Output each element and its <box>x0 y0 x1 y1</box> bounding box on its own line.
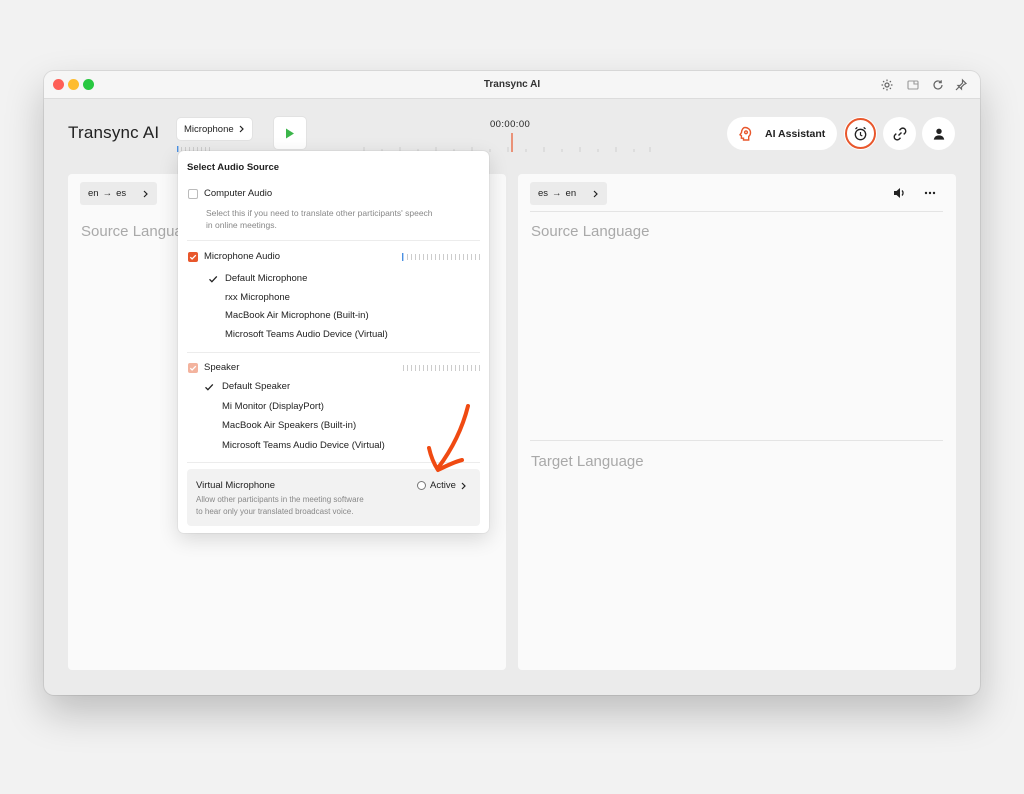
arrow-right-icon: → <box>552 188 562 199</box>
window-title: Transync AI <box>483 79 541 90</box>
alarm-clock-icon <box>845 118 876 149</box>
speaker-device-option[interactable]: Default Speaker <box>222 381 290 392</box>
alarm-timer-button[interactable] <box>844 117 877 150</box>
virtual-microphone-active-toggle[interactable]: Active <box>417 480 467 491</box>
chevron-right-icon <box>593 190 598 197</box>
chevron-right-icon <box>143 190 148 197</box>
chevron-right-icon <box>461 482 466 489</box>
app-window: Transync AI Transync AI Microphone 00:00… <box>44 71 980 695</box>
active-radio[interactable] <box>417 481 426 490</box>
user-icon <box>933 128 944 140</box>
play-button[interactable] <box>274 117 306 149</box>
refresh-icon[interactable] <box>931 78 945 92</box>
speaker-device-option[interactable]: Microsoft Teams Audio Device (Virtual) <box>222 440 385 451</box>
speaker-label[interactable]: Speaker <box>204 362 239 373</box>
source-target-divider <box>530 440 943 441</box>
virtual-microphone-description: Allow other participants in the meeting … <box>196 495 364 516</box>
source-language-placeholder[interactable]: Source Langua <box>81 223 183 240</box>
checkmark-icon <box>205 383 214 391</box>
microphone-button-label: Microphone <box>184 123 234 135</box>
dropdown-title: Select Audio Source <box>187 162 280 173</box>
window-mode-icon[interactable] <box>906 78 920 92</box>
pin-icon[interactable] <box>954 78 968 92</box>
speaker-checkbox[interactable] <box>188 363 198 373</box>
arrow-right-icon: → <box>102 188 113 199</box>
ai-assistant-button[interactable]: AI Assistant <box>727 117 837 150</box>
speaker-level-meter <box>403 365 480 371</box>
link-icon <box>893 126 906 141</box>
mic-device-option[interactable]: Default Microphone <box>225 273 307 284</box>
target-lang-code: en <box>565 188 577 199</box>
speaker-volume-icon[interactable] <box>892 186 906 200</box>
app-title: Transync AI <box>68 123 160 142</box>
speaker-device-option[interactable]: MacBook Air Speakers (Built-in) <box>222 420 356 431</box>
annotation-arrow-icon <box>427 404 470 472</box>
profile-button[interactable] <box>922 117 955 150</box>
target-lang-code: es <box>116 188 127 199</box>
session-timer: 00:00:00 <box>490 119 531 130</box>
source-language-placeholder[interactable]: Source Language <box>531 223 649 240</box>
computer-audio-label[interactable]: Computer Audio <box>204 188 272 199</box>
target-language-placeholder[interactable]: Target Language <box>531 453 644 470</box>
right-transcript-panel: es → en Source Language Target Language <box>518 174 956 670</box>
microphone-source-button[interactable]: Microphone <box>177 118 252 140</box>
link-button[interactable] <box>883 117 916 150</box>
settings-gear-icon[interactable] <box>880 78 894 92</box>
right-language-pair-button[interactable]: es → en <box>530 182 608 205</box>
speaker-device-option[interactable]: Mi Monitor (DisplayPort) <box>222 401 324 412</box>
more-options-icon[interactable] <box>923 186 937 200</box>
mic-device-option[interactable]: MacBook Air Microphone (Built-in) <box>225 310 369 321</box>
mic-device-option[interactable]: Microsoft Teams Audio Device (Virtual) <box>225 329 388 340</box>
computer-audio-hint: Select this if you need to translate oth… <box>206 208 433 230</box>
chevron-right-icon <box>239 125 244 133</box>
source-lang-code: en <box>88 188 99 199</box>
active-label: Active <box>430 480 456 491</box>
play-icon <box>286 128 294 138</box>
left-language-pair-button[interactable]: en → es <box>80 182 158 205</box>
ai-assistant-label: AI Assistant <box>765 128 826 140</box>
virtual-microphone-title: Virtual Microphone <box>196 480 276 491</box>
section-divider <box>187 240 480 241</box>
checkmark-icon <box>209 275 218 283</box>
section-divider <box>187 352 480 353</box>
computer-audio-checkbox[interactable] <box>188 189 198 199</box>
ai-head-icon <box>739 126 752 141</box>
microphone-audio-label[interactable]: Microphone Audio <box>204 251 280 262</box>
mic-device-option[interactable]: rxx Microphone <box>225 292 290 303</box>
title-bar: Transync AI <box>44 71 980 99</box>
panel-header-divider <box>530 211 943 212</box>
microphone-audio-checkbox[interactable] <box>188 252 198 262</box>
source-lang-code: es <box>538 188 549 199</box>
microphone-level-meter <box>402 253 480 261</box>
